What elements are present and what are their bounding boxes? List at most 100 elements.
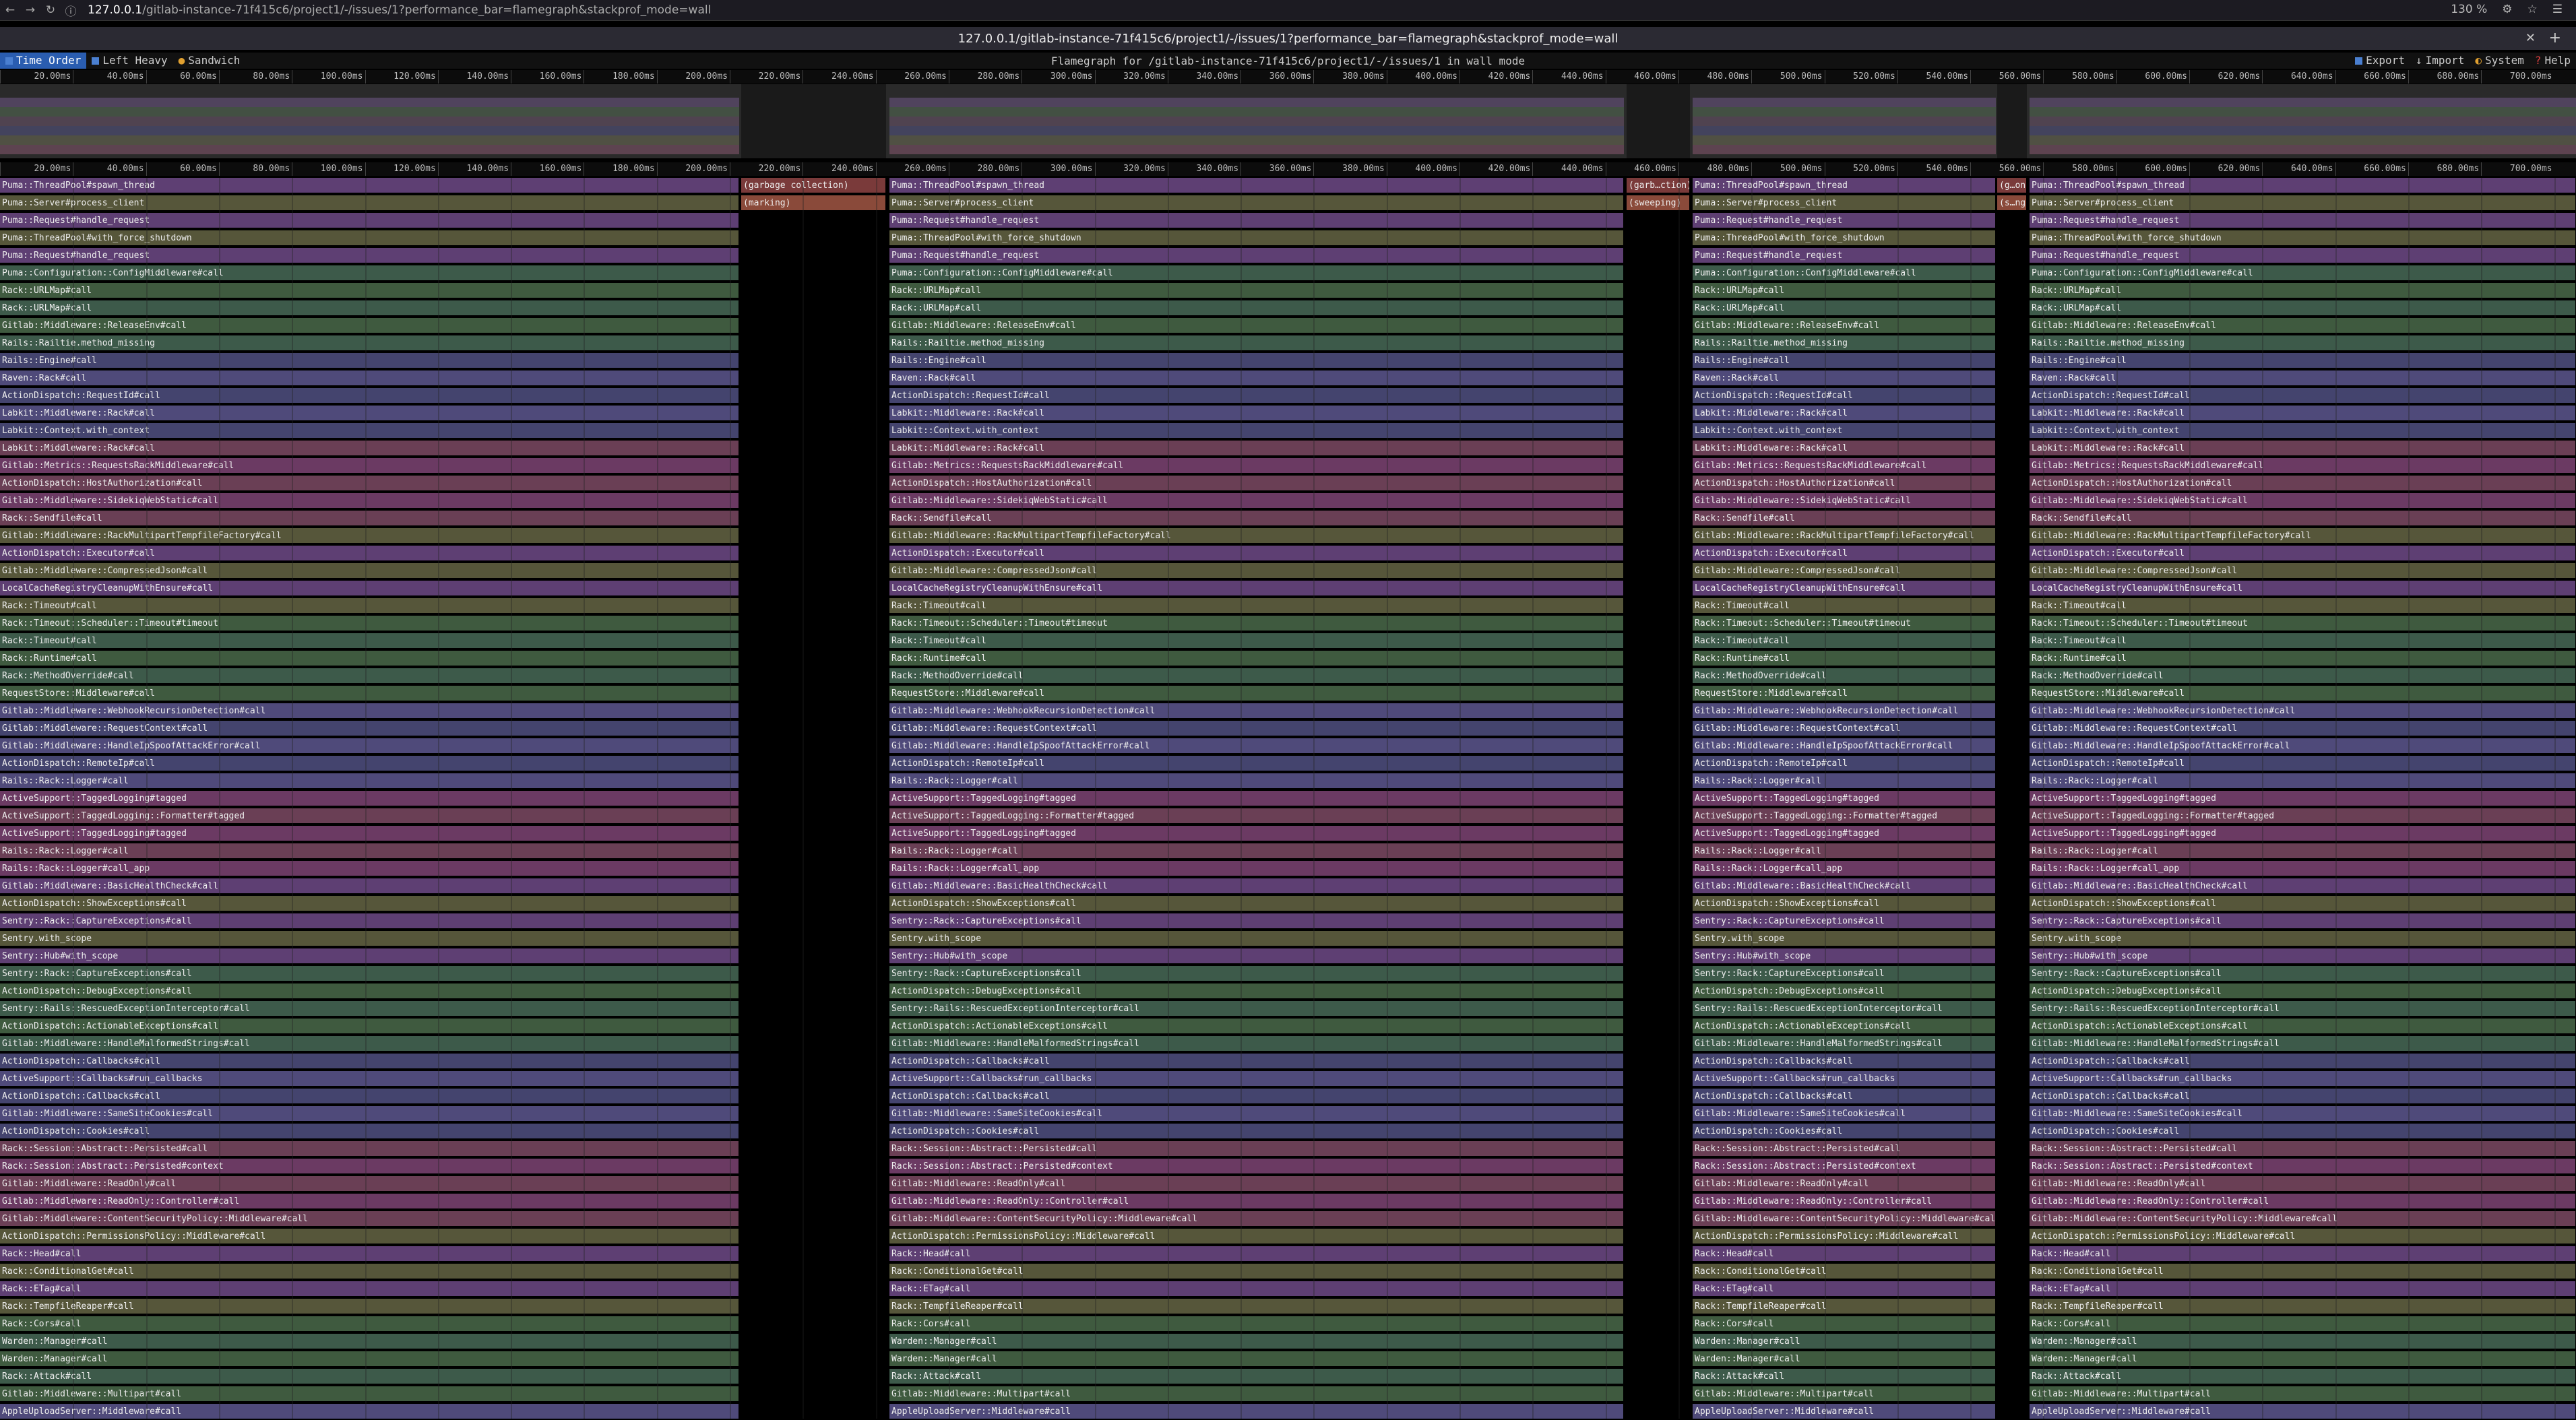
flame-frame[interactable]: ActionDispatch::Callbacks#call <box>0 1089 739 1105</box>
close-tab-icon[interactable]: ✕ <box>2525 31 2536 45</box>
flame-frame[interactable]: ActiveSupport::TaggedLogging::Formatter#… <box>889 808 1624 825</box>
flame-frame[interactable]: ActionDispatch::Callbacks#call <box>889 1054 1624 1070</box>
gc-frame[interactable]: (garbage collection) <box>741 178 886 194</box>
flame-frame[interactable]: Rack::Attack#call <box>1693 1369 1996 1385</box>
flame-frame[interactable]: ActionDispatch::Executor#call <box>1693 546 1996 562</box>
flame-frame[interactable]: Rack::Attack#call <box>2030 1369 2576 1385</box>
flame-frame[interactable]: Rack::Sendfile#call <box>1693 511 1996 527</box>
flame-frame[interactable]: Rails::Railtie.method_missing <box>889 335 1624 352</box>
flame-frame[interactable]: Raven::Rack#call <box>2030 370 2576 387</box>
flame-frame[interactable]: Rack::Session::Abstract::Persisted#conte… <box>1693 1159 1996 1175</box>
flame-frame[interactable]: Gitlab::Middleware::SidekiqWebStatic#cal… <box>1693 493 1996 509</box>
flame-frame[interactable]: ActionDispatch::ShowExceptions#call <box>2030 896 2576 912</box>
flame-frame[interactable]: Gitlab::Middleware::HandleMalformedStrin… <box>2030 1036 2576 1052</box>
flame-frame[interactable]: Puma::ThreadPool#spawn_thread <box>2030 178 2576 194</box>
flame-frame[interactable]: ActionDispatch::RequestId#call <box>2030 388 2576 404</box>
flame-frame[interactable]: Rack::Sendfile#call <box>889 511 1624 527</box>
flame-frame[interactable]: Warden::Manager#call <box>2030 1351 2576 1367</box>
tab-title[interactable]: 127.0.0.1/gitlab-instance-71f415c6/proje… <box>958 32 1619 46</box>
flame-frame[interactable]: Rack::Timeout#call <box>889 598 1624 614</box>
flame-frame[interactable]: Puma::Request#handle_request <box>0 248 739 264</box>
flame-frame[interactable]: Gitlab::Middleware::HandleIpSpoofAttackE… <box>2030 738 2576 754</box>
flame-frame[interactable]: Rack::ETag#call <box>2030 1281 2576 1297</box>
flame-frame[interactable]: ActionDispatch::ShowExceptions#call <box>889 896 1624 912</box>
flame-frame[interactable]: Rack::Head#call <box>2030 1246 2576 1262</box>
flame-frame[interactable]: Rack::TempfileReaper#call <box>1693 1299 1996 1315</box>
flame-frame[interactable]: Rack::URLMap#call <box>889 283 1624 299</box>
flame-frame[interactable]: ActionDispatch::HostAuthorization#call <box>889 476 1624 492</box>
flame-frame[interactable]: Gitlab::Middleware::ReadOnly#call <box>0 1176 739 1192</box>
flame-frame[interactable]: Rack::TempfileReaper#call <box>2030 1299 2576 1315</box>
flame-frame[interactable]: ActionDispatch::Executor#call <box>0 546 739 562</box>
flame-frame[interactable]: ActionDispatch::ActionableExceptions#cal… <box>1693 1019 1996 1035</box>
flame-frame[interactable]: Rack::ConditionalGet#call <box>1693 1264 1996 1280</box>
flame-frame[interactable]: Rails::Rack::Logger#call <box>1693 843 1996 860</box>
flame-frame[interactable]: Gitlab::Middleware::ReleaseEnv#call <box>0 318 739 334</box>
flame-frame[interactable]: Gitlab::Middleware::HandleMalformedStrin… <box>889 1036 1624 1052</box>
flame-frame[interactable]: Rack::TempfileReaper#call <box>0 1299 739 1315</box>
flame-frame[interactable]: Labkit::Middleware::Rack#call <box>1693 441 1996 457</box>
flame-frame[interactable]: Gitlab::Middleware::ReadOnly::Controller… <box>2030 1194 2576 1210</box>
flame-frame[interactable]: Warden::Manager#call <box>0 1351 739 1367</box>
flame-frame[interactable]: Gitlab::Middleware::BasicHealthCheck#cal… <box>889 878 1624 895</box>
flame-frame[interactable]: Rack::ETag#call <box>889 1281 1624 1297</box>
flame-frame[interactable]: Gitlab::Middleware::HandleIpSpoofAttackE… <box>1693 738 1996 754</box>
flame-frame[interactable]: Gitlab::Middleware::ReadOnly#call <box>1693 1176 1996 1192</box>
flame-frame[interactable]: ActiveSupport::TaggedLogging#tagged <box>2030 791 2576 807</box>
flame-frame[interactable]: Sentry::Rack::CaptureExceptions#call <box>0 966 739 982</box>
flame-frame[interactable]: Raven::Rack#call <box>0 370 739 387</box>
flame-frame[interactable]: Gitlab::Middleware::ReleaseEnv#call <box>2030 318 2576 334</box>
flame-frame[interactable]: Rack::Head#call <box>0 1246 739 1262</box>
flame-frame[interactable]: Gitlab::Middleware::CompressedJson#call <box>2030 563 2576 579</box>
flame-frame[interactable]: Gitlab::Middleware::HandleIpSpoofAttackE… <box>0 738 739 754</box>
flame-frame[interactable]: Warden::Manager#call <box>1693 1334 1996 1350</box>
flame-frame[interactable]: Rails::Railtie.method_missing <box>0 335 739 352</box>
flame-frame[interactable]: Puma::ThreadPool#with_force_shutdown <box>0 230 739 247</box>
flame-frame[interactable]: Gitlab::Middleware::SameSiteCookies#call <box>2030 1106 2576 1122</box>
flame-frame[interactable]: Rack::Timeout#call <box>1693 598 1996 614</box>
flame-frame[interactable]: Gitlab::Middleware::SameSiteCookies#call <box>889 1106 1624 1122</box>
flame-frame[interactable]: Rack::URLMap#call <box>2030 283 2576 299</box>
flame-frame[interactable]: Rack::URLMap#call <box>0 300 739 317</box>
flame-frame[interactable]: Rack::Runtime#call <box>2030 651 2576 667</box>
flame-frame[interactable]: ActiveSupport::TaggedLogging#tagged <box>2030 826 2576 842</box>
flame-frame[interactable]: Rack::Session::Abstract::Persisted#call <box>0 1141 739 1157</box>
system-theme-button[interactable]: ◐ System <box>2470 53 2529 69</box>
flame-frame[interactable]: ActionDispatch::PermissionsPolicy::Middl… <box>2030 1229 2576 1245</box>
gc-frame[interactable]: (g…on) <box>1997 178 2027 194</box>
url-bar[interactable]: 127.0.0.1/gitlab-instance-71f415c6/proje… <box>88 3 711 17</box>
flame-frame[interactable]: ActionDispatch::DebugExceptions#call <box>2030 983 2576 1000</box>
flame-frame[interactable]: Rack::MethodOverride#call <box>1693 668 1996 684</box>
import-button[interactable]: ↓ Import <box>2410 53 2470 69</box>
flame-frame[interactable]: Gitlab::Middleware::RackMultipartTempfil… <box>2030 528 2576 544</box>
flame-frame[interactable]: Rack::Session::Abstract::Persisted#conte… <box>0 1159 739 1175</box>
flame-frame[interactable]: Sentry::Rack::CaptureExceptions#call <box>2030 913 2576 930</box>
flame-frame[interactable]: Warden::Manager#call <box>2030 1334 2576 1350</box>
flame-frame[interactable]: ActionDispatch::Cookies#call <box>889 1124 1624 1140</box>
flame-frame[interactable]: Rack::URLMap#call <box>889 300 1624 317</box>
zoom-level[interactable]: 130 % <box>2451 3 2487 16</box>
flame-frame[interactable]: Rack::Runtime#call <box>889 651 1624 667</box>
flame-frame[interactable]: Gitlab::Middleware::ReadOnly::Controller… <box>889 1194 1624 1210</box>
flame-frame[interactable]: Sentry.with_scope <box>0 931 739 947</box>
flame-frame[interactable]: LocalCacheRegistryCleanupWithEnsure#call <box>2030 581 2576 597</box>
flame-frame[interactable]: Rack::Timeout#call <box>2030 598 2576 614</box>
flame-frame[interactable]: Rack::URLMap#call <box>2030 300 2576 317</box>
export-button[interactable]: Export <box>2350 53 2410 69</box>
flame-frame[interactable]: ActionDispatch::HostAuthorization#call <box>0 476 739 492</box>
flame-frame[interactable]: Gitlab::Middleware::SidekiqWebStatic#cal… <box>2030 493 2576 509</box>
flame-frame[interactable]: Puma::Request#handle_request <box>2030 213 2576 229</box>
flame-frame[interactable]: Rails::Rack::Logger#call_app <box>2030 861 2576 877</box>
time-order-button[interactable]: Time Order <box>0 53 87 69</box>
flame-frame[interactable]: Rack::ETag#call <box>0 1281 739 1297</box>
flame-frame[interactable]: Rack::ConditionalGet#call <box>0 1264 739 1280</box>
flame-frame[interactable]: Rack::Head#call <box>1693 1246 1996 1262</box>
new-tab-icon[interactable]: + <box>2549 30 2561 46</box>
flame-frame[interactable]: Rack::Timeout#call <box>1693 633 1996 649</box>
flame-frame[interactable]: Gitlab::Middleware::ContentSecurityPolic… <box>0 1211 739 1227</box>
flame-frame[interactable]: Sentry.with_scope <box>2030 931 2576 947</box>
flame-frame[interactable]: ActionDispatch::Callbacks#call <box>1693 1054 1996 1070</box>
flame-frame[interactable]: Rails::Railtie.method_missing <box>2030 335 2576 352</box>
flame-frame[interactable]: Gitlab::Middleware::BasicHealthCheck#cal… <box>0 878 739 895</box>
flame-frame[interactable]: Rails::Engine#call <box>1693 353 1996 369</box>
